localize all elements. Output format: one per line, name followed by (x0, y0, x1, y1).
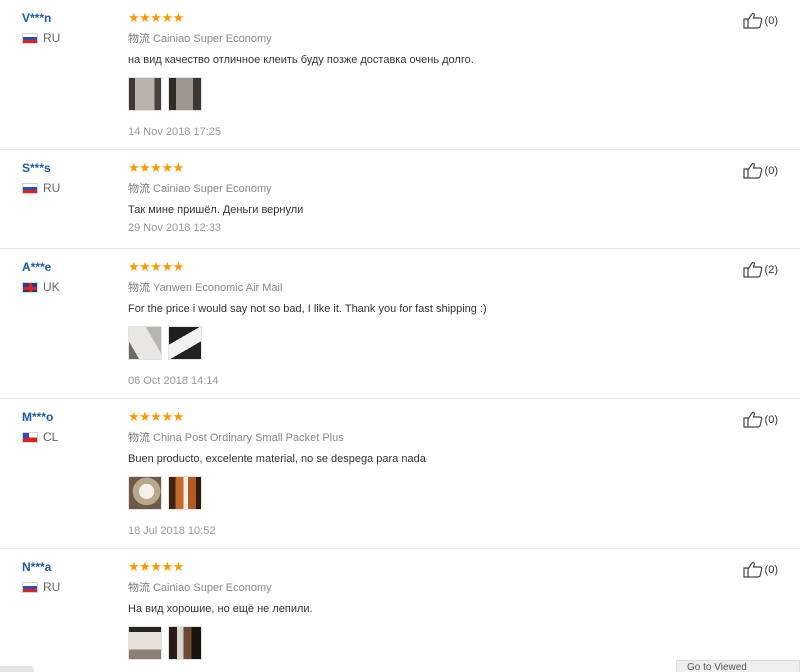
reviewer-country: RU (22, 31, 60, 45)
thumbs-up-icon (742, 411, 762, 428)
helpful-count: (2) (764, 263, 778, 276)
helpful-button[interactable]: (2) (742, 261, 778, 278)
shipping-method: 物流 Cainiao Super Economy (128, 30, 708, 46)
review-photo-thumbnail[interactable] (168, 626, 202, 660)
review-content: ★★★★★ 物流 Cainiao Super Economy На вид хор… (128, 560, 708, 660)
rating-stars: ★★★★★ (128, 10, 184, 25)
reviewer-name[interactable]: M***o (22, 410, 58, 424)
russia-flag-icon (22, 182, 38, 194)
review-photo-thumbnail[interactable] (128, 326, 162, 360)
thumbs-up-icon (742, 162, 762, 179)
country-code: RU (43, 580, 61, 594)
shipping-method: 物流 Cainiao Super Economy (128, 579, 708, 595)
go-to-viewed-button[interactable]: Go to Viewed (676, 660, 800, 672)
shipping-prefix: 物流 (128, 582, 150, 594)
helpful-count: (0) (764, 413, 778, 426)
review-photos (128, 326, 708, 360)
shipping-method: 物流 China Post Ordinary Small Packet Plus (128, 429, 708, 445)
review-date: 06 Oct 2018 14:14 (128, 375, 219, 387)
thumbs-up-icon (742, 12, 762, 29)
reviewer-name[interactable]: S***s (22, 161, 60, 175)
review-item: A***e UK ★★★★★ 物流 Yanwen Economic Air Mai… (0, 249, 800, 399)
review-content: ★★★★★ 物流 Cainiao Super Economy на вид кач… (128, 11, 708, 138)
helpful-count: (0) (764, 563, 778, 576)
helpful-count: (0) (764, 164, 778, 177)
shipping-name: Yanwen Economic Air Mail (153, 282, 283, 294)
review-item: M***o CL ★★★★★ 物流 China Post Ordinary Sma… (0, 399, 800, 549)
reviewer-info: V***n RU (22, 11, 60, 45)
reviewer-country: CL (22, 430, 58, 444)
review-photo-thumbnail[interactable] (128, 626, 162, 660)
review-text: на вид качество отличное клеить буду поз… (128, 54, 474, 66)
shipping-name: Cainiao Super Economy (153, 183, 272, 195)
reviewer-info: M***o CL (22, 410, 58, 444)
shipping-method: 物流 Yanwen Economic Air Mail (128, 279, 708, 295)
review-date: 29 Nov 2018 12:33 (128, 222, 221, 234)
review-item: N***a RU ★★★★★ 物流 Cainiao Super Economy Н… (0, 549, 800, 672)
shipping-prefix: 物流 (128, 33, 150, 45)
bottom-left-tab (0, 666, 34, 672)
shipping-prefix: 物流 (128, 282, 150, 294)
uk-flag-icon (22, 281, 38, 293)
country-code: UK (43, 280, 60, 294)
helpful-count: (0) (764, 14, 778, 27)
review-date: 18 Jul 2018 10:52 (128, 525, 216, 537)
reviewer-info: N***a RU (22, 560, 60, 594)
shipping-prefix: 物流 (128, 432, 150, 444)
review-content: ★★★★★ 物流 Cainiao Super Economy Так мине п… (128, 160, 708, 235)
russia-flag-icon (22, 581, 38, 593)
shipping-name: Cainiao Super Economy (153, 582, 272, 594)
reviewer-name[interactable]: A***e (22, 260, 60, 274)
review-item: V***n RU ★★★★★ 物流 Cainiao Super Economy н… (0, 0, 800, 150)
helpful-button[interactable]: (0) (742, 162, 778, 179)
rating-stars: ★★★★★ (128, 409, 184, 424)
rating-stars: ★★★★★ (128, 160, 184, 175)
shipping-name: China Post Ordinary Small Packet Plus (153, 432, 344, 444)
shipping-name: Cainiao Super Economy (153, 33, 272, 45)
chile-flag-icon (22, 431, 38, 443)
reviewer-country: RU (22, 580, 60, 594)
review-date: 14 Nov 2018 17:25 (128, 126, 221, 138)
rating-stars: ★★★★★ (128, 259, 184, 274)
shipping-method: 物流 Cainiao Super Economy (128, 180, 708, 196)
review-content: ★★★★★ 物流 Yanwen Economic Air Mail For the… (128, 260, 708, 387)
rating-stars: ★★★★★ (128, 559, 184, 574)
reviewer-info: S***s RU (22, 161, 60, 195)
reviewer-country: UK (22, 280, 60, 294)
helpful-button[interactable]: (0) (742, 12, 778, 29)
reviewer-name[interactable]: N***a (22, 560, 60, 574)
review-text: На вид хорошие, но ещё не лепили. (128, 603, 313, 615)
thumbs-up-icon (742, 561, 762, 578)
review-photos (128, 626, 708, 660)
country-code: RU (43, 181, 61, 195)
review-photo-thumbnail[interactable] (168, 326, 202, 360)
reviewer-name[interactable]: V***n (22, 11, 60, 25)
review-photo-thumbnail[interactable] (128, 77, 162, 111)
country-code: RU (43, 31, 61, 45)
helpful-button[interactable]: (0) (742, 561, 778, 578)
reviewer-country: RU (22, 181, 60, 195)
thumbs-up-icon (742, 261, 762, 278)
review-photo-thumbnail[interactable] (168, 77, 202, 111)
reviewer-info: A***e UK (22, 260, 60, 294)
review-text: For the price i would say not so bad, I … (128, 303, 487, 315)
country-code: CL (43, 430, 59, 444)
review-photo-thumbnail[interactable] (168, 476, 202, 510)
review-photo-thumbnail[interactable] (128, 476, 162, 510)
shipping-prefix: 物流 (128, 183, 150, 195)
review-text: Buen producto, excelente material, no se… (128, 453, 426, 465)
review-content: ★★★★★ 物流 China Post Ordinary Small Packet… (128, 410, 708, 537)
review-item: S***s RU ★★★★★ 物流 Cainiao Super Economy Т… (0, 150, 800, 249)
helpful-button[interactable]: (0) (742, 411, 778, 428)
russia-flag-icon (22, 32, 38, 44)
review-photos (128, 77, 708, 111)
review-photos (128, 476, 708, 510)
review-text: Так мине пришёл. Деньги вернули (128, 204, 304, 216)
